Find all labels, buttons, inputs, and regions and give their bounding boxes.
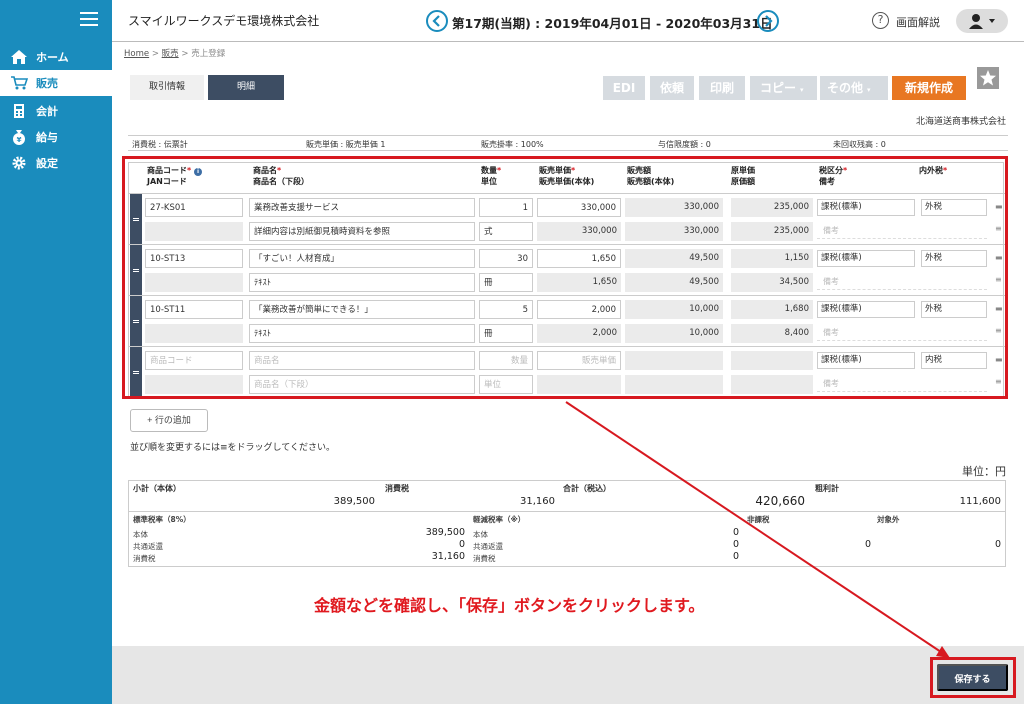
drag-hint: 並び順を変更するには≡をドラッグしてください。 xyxy=(130,443,336,453)
chevron-left-icon xyxy=(432,15,440,27)
red-common-label: 共通返還 xyxy=(473,542,503,551)
tax-value: 31,160 xyxy=(520,496,555,507)
sidebar-item-accounting[interactable]: 会計 xyxy=(0,98,112,124)
user-menu-button[interactable] xyxy=(956,9,1008,33)
reduced-rate-label: 軽減税率（※） xyxy=(473,515,526,524)
tab-detail[interactable]: 明細 xyxy=(208,75,284,100)
sidebar: ホーム 販売 会計 ¥ 給与 設定 xyxy=(0,0,112,704)
tab-transaction-info[interactable]: 取引情報 xyxy=(130,75,204,100)
sidebar-item-payroll[interactable]: ¥ 給与 xyxy=(0,124,112,150)
gear-icon xyxy=(12,156,26,170)
tax-method: 消費税 : 伝票計 xyxy=(132,140,188,149)
copy-button[interactable]: コピー ▾ xyxy=(750,76,817,100)
request-button[interactable]: 依頼 xyxy=(650,76,694,100)
money-bag-icon: ¥ xyxy=(13,130,25,145)
unpaid-balance: 未回収残高 : 0 xyxy=(833,140,886,149)
unit-label: 単位：円 xyxy=(962,465,1006,478)
favorite-star-icon[interactable] xyxy=(977,67,999,89)
instruction-callout: 金額などを確認し、「保存」ボタンをクリックします。 xyxy=(314,596,705,615)
save-button[interactable]: 保存する xyxy=(937,664,1008,691)
prev-period-button[interactable] xyxy=(426,10,448,32)
caret-down-icon xyxy=(989,19,995,23)
nontax-value: 0 xyxy=(864,539,871,550)
bottom-action-bar xyxy=(112,646,1024,704)
home-icon xyxy=(11,50,27,64)
breadcrumb-sales[interactable]: 販売 xyxy=(162,49,179,59)
credit-limit: 与信限度額 : 0 xyxy=(658,140,711,149)
add-row-button[interactable]: + 行の追加 xyxy=(130,409,208,432)
next-period-button[interactable] xyxy=(757,10,779,32)
sidebar-item-label: 給与 xyxy=(36,131,58,144)
help-icon[interactable]: ? xyxy=(872,12,889,29)
breadcrumb-sep: > xyxy=(181,49,189,59)
breadcrumb-sep: > xyxy=(151,49,159,59)
sidebar-item-label: 販売 xyxy=(36,77,58,90)
breadcrumb-home[interactable]: Home xyxy=(124,49,149,59)
print-button[interactable]: 印刷 xyxy=(699,76,745,100)
std-tax-label: 消費税 xyxy=(133,554,156,563)
sales-rate: 販売掛率 : 100% xyxy=(481,140,544,149)
svg-text:¥: ¥ xyxy=(17,136,22,144)
profit-label: 粗利計 xyxy=(815,484,839,493)
std-body-value: 389,500 xyxy=(425,527,465,538)
breadcrumb-current: 売上登録 xyxy=(191,49,226,59)
total-label: 合計（税込） xyxy=(563,484,611,493)
std-common-value: 0 xyxy=(458,539,465,550)
other-label: その他 xyxy=(827,81,864,95)
info-bar: 消費税 : 伝票計 販売単価 : 販売単価 1 販売掛率 : 100% 与信限度… xyxy=(128,135,1008,151)
std-common-label: 共通返還 xyxy=(133,542,163,551)
tax-rate-panel: 標準税率（8%） 本体 共通返還 消費税 389,500 0 31,160 軽減… xyxy=(128,511,1006,567)
total-value: 420,660 xyxy=(755,494,805,508)
subtotal-value: 389,500 xyxy=(333,496,375,507)
std-rate-label: 標準税率（8%） xyxy=(133,515,191,524)
other-button[interactable]: その他 ▾ xyxy=(820,76,888,100)
red-common-value: 0 xyxy=(732,539,739,550)
tax-label: 消費税 xyxy=(385,484,409,493)
unit-price-setting: 販売単価 : 販売単価 1 xyxy=(306,140,386,149)
nontax-label: 非課税 xyxy=(747,515,770,524)
red-tax-label: 消費税 xyxy=(473,554,496,563)
copy-label: コピー xyxy=(760,81,797,95)
caret-down-icon: ▾ xyxy=(867,86,871,94)
period-label: 第17期(当期) : 2019年04月01日 - 2020年03月31日 xyxy=(452,16,773,31)
top-bar: スマイルワークスデモ環境株式会社 第17期(当期) : 2019年04月01日 … xyxy=(112,0,1024,42)
sidebar-item-label: 設定 xyxy=(36,157,58,170)
exempt-value: 0 xyxy=(994,539,1001,550)
profit-value: 111,600 xyxy=(959,496,1001,507)
hamburger-menu-icon[interactable] xyxy=(80,12,98,26)
sidebar-item-label: ホーム xyxy=(36,51,69,64)
sidebar-item-settings[interactable]: 設定 xyxy=(0,150,112,176)
red-body-label: 本体 xyxy=(473,530,488,539)
company-name: スマイルワークスデモ環境株式会社 xyxy=(128,14,320,28)
subtotal-label: 小計（本体） xyxy=(133,484,181,493)
sidebar-item-label: 会計 xyxy=(36,105,58,118)
new-create-button[interactable]: 新規作成 xyxy=(892,76,966,100)
calculator-icon xyxy=(14,104,24,118)
edi-button[interactable]: EDI xyxy=(603,76,645,100)
chevron-right-icon xyxy=(765,15,773,27)
red-body-value: 0 xyxy=(732,527,739,538)
user-icon xyxy=(969,14,983,29)
std-tax-value: 31,160 xyxy=(431,551,465,562)
sidebar-item-home[interactable]: ホーム xyxy=(0,44,112,70)
exempt-label: 対象外 xyxy=(877,515,900,524)
std-body-label: 本体 xyxy=(133,530,148,539)
caret-down-icon: ▾ xyxy=(800,86,804,94)
breadcrumb: Home > 販売 > 売上登録 xyxy=(124,47,225,59)
sidebar-item-sales[interactable]: 販売 xyxy=(0,70,112,96)
cart-icon xyxy=(11,76,28,90)
help-link[interactable]: 画面解説 xyxy=(896,14,940,30)
customer-name: 北海道送商事株式会社 xyxy=(915,117,1006,127)
detail-table-highlight xyxy=(122,156,1008,399)
summary-panel: 小計（本体） 389,500 消費税 31,160 合計（税込） 420,660… xyxy=(128,480,1006,512)
red-tax-value: 0 xyxy=(732,551,739,562)
